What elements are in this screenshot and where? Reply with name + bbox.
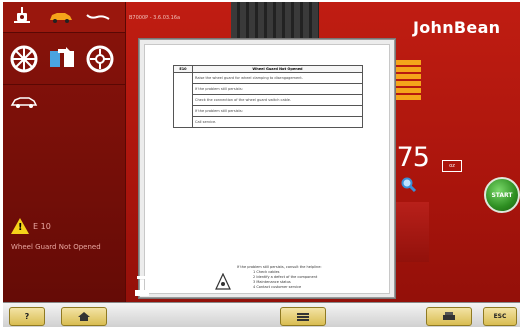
table-row: Call service.: [192, 116, 363, 128]
help-page: E10 Wheel Guard Not Opened Raise the whe…: [144, 44, 390, 294]
table-header-title: Wheel Guard Not Opened: [192, 65, 363, 73]
correction-panel: [395, 202, 429, 262]
wrench-icon[interactable]: [85, 10, 111, 24]
table-row: Raise the wheel guard for wheel clamping…: [192, 72, 363, 84]
robot-icon: [215, 272, 231, 295]
wheel-balancer-icon[interactable]: [11, 7, 33, 29]
divider: [3, 84, 125, 85]
unit-badge[interactable]: oz: [442, 160, 462, 172]
tire-graphic: [231, 2, 319, 44]
esc-label: ESC: [493, 313, 507, 320]
table-cell-empty: [173, 72, 193, 128]
balance-indicator-bars: [393, 60, 421, 102]
help-label: ?: [24, 312, 30, 321]
table-row: If the problem still persists:: [192, 105, 363, 117]
menu-icon: [297, 312, 309, 321]
help-button[interactable]: ?: [9, 307, 45, 326]
app-screen: ! E 10 Wheel Guard Not Opened B7000P - 3…: [3, 2, 520, 327]
start-button[interactable]: START: [484, 177, 520, 213]
error-panel: ! E 10 Wheel Guard Not Opened: [3, 210, 125, 302]
header-info: B7000P - 3.6.03.16a: [129, 15, 181, 21]
help-dialog: E10 Wheel Guard Not Opened Raise the whe…: [139, 39, 395, 298]
divider: [3, 32, 125, 33]
rim-icon[interactable]: [85, 44, 115, 74]
sidebar: ! E 10 Wheel Guard Not Opened: [3, 2, 126, 302]
table-row: Check the connection of the wheel guard …: [192, 94, 363, 106]
home-icon: [78, 312, 90, 321]
print-button[interactable]: [426, 307, 472, 326]
warning-icon: !: [11, 218, 29, 234]
zoom-icon[interactable]: [401, 177, 417, 197]
error-message: Wheel Guard Not Opened: [11, 243, 101, 251]
car-lift-indicator: [133, 274, 151, 300]
table-row: If the problem still persists:: [192, 83, 363, 95]
table-header-code: E10: [173, 65, 193, 73]
brand-logo: JohnBean: [413, 18, 501, 37]
help-footer: If the problem still persists, consult t…: [237, 265, 357, 290]
esc-button[interactable]: ESC: [483, 307, 517, 326]
error-code: E 10: [33, 222, 51, 231]
car-icon[interactable]: [48, 10, 74, 24]
footer-item: 4 Contact customer service: [253, 285, 302, 289]
wheel-icon[interactable]: [9, 44, 39, 74]
troubleshooting-table: E10 Wheel Guard Not Opened Raise the whe…: [173, 65, 363, 128]
print-icon: [443, 311, 455, 320]
swap-icon[interactable]: [47, 46, 77, 74]
home-button[interactable]: [61, 307, 107, 326]
menu-button[interactable]: [280, 307, 326, 326]
car-profile-icon[interactable]: [9, 94, 39, 110]
bottom-toolbar: ? ESC: [3, 302, 520, 327]
